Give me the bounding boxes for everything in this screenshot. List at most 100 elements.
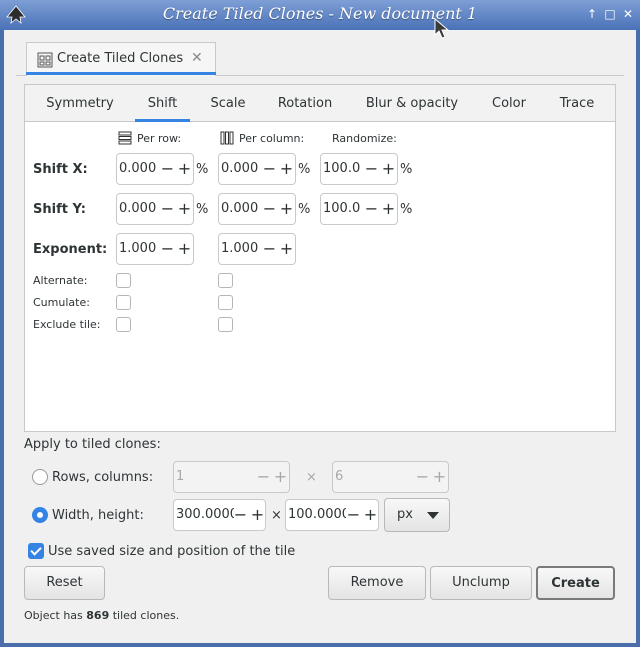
shift-y-per-column-unit: %	[298, 202, 311, 217]
spin-value: 1.000	[221, 241, 259, 256]
shift-y-randomize-unit: %	[400, 202, 413, 217]
increment-icon[interactable]: +	[278, 154, 295, 184]
rows-times-sign: ×	[306, 470, 317, 485]
decrement-icon[interactable]: −	[363, 194, 380, 224]
unit-combo[interactable]: px	[384, 498, 450, 532]
dock-tab-label: Create Tiled Clones	[57, 51, 184, 66]
spin-value: 100.0	[323, 201, 361, 216]
rows-columns-label: Rows, columns:	[52, 470, 154, 485]
spin-value: 6	[335, 469, 344, 484]
cumulate-label: Cumulate:	[33, 296, 90, 309]
maximize-button[interactable]: □	[602, 6, 618, 22]
exclude-tile-per-column-checkbox[interactable]	[218, 317, 233, 332]
tab-trace[interactable]: Trace	[547, 85, 607, 122]
spin-value: 1.000	[119, 241, 157, 256]
exponent-per-column-spin[interactable]: 1.000 − +	[218, 233, 296, 265]
create-button[interactable]: Create	[536, 566, 615, 600]
per-column-icon	[220, 131, 234, 145]
decrement-icon[interactable]: −	[232, 500, 249, 530]
spin-value: 0.000	[119, 201, 157, 216]
options-notebook: Symmetry Shift Scale Rotation Blur & opa…	[24, 84, 616, 432]
spin-value: 0.000	[119, 161, 157, 176]
use-saved-size-checkbox[interactable]	[28, 543, 44, 559]
decrement-icon[interactable]: −	[261, 154, 278, 184]
dock-tab-close-icon[interactable]: ✕	[191, 50, 203, 66]
shift-x-randomize-unit: %	[400, 162, 413, 177]
randomize-header: Randomize:	[332, 132, 397, 145]
exponent-per-row-spin[interactable]: 1.000 − +	[116, 233, 194, 265]
increment-icon[interactable]: +	[278, 194, 295, 224]
close-button[interactable]: ✕	[620, 6, 636, 22]
width-spin[interactable]: 300.0000 − +	[173, 499, 266, 531]
shift-y-per-row-spin[interactable]: 0.000 − +	[116, 193, 194, 225]
rows-columns-radio[interactable]	[32, 469, 48, 485]
decrement-icon[interactable]: −	[159, 154, 176, 184]
chevron-down-icon	[427, 512, 439, 519]
columns-spin[interactable]: 6 − +	[332, 461, 449, 493]
decrement-icon[interactable]: −	[345, 500, 362, 530]
increment-icon[interactable]: +	[380, 194, 397, 224]
alternate-per-row-checkbox[interactable]	[116, 273, 131, 288]
exclude-tile-label: Exclude tile:	[33, 318, 101, 331]
shift-x-per-row-unit: %	[196, 162, 209, 177]
decrement-icon[interactable]: −	[414, 462, 431, 492]
decrement-icon[interactable]: −	[159, 234, 176, 264]
increment-icon[interactable]: +	[249, 500, 266, 530]
unit-value: px	[397, 507, 413, 522]
shift-x-randomize-spin[interactable]: 100.0 − +	[320, 153, 398, 185]
tab-scale[interactable]: Scale	[199, 85, 257, 122]
title-bar[interactable]: Create Tiled Clones - New document 1 ↑ □…	[0, 0, 640, 30]
status-line: Object has 869 tiled clones.	[24, 609, 179, 622]
keep-above-button[interactable]: ↑	[584, 6, 600, 22]
spin-value: 0.000	[221, 201, 259, 216]
shift-y-randomize-spin[interactable]: 100.0 − +	[320, 193, 398, 225]
increment-icon[interactable]: +	[380, 154, 397, 184]
spin-value: 100.0000	[288, 507, 346, 522]
cumulate-per-column-checkbox[interactable]	[218, 295, 233, 310]
tab-shift[interactable]: Shift	[135, 85, 190, 122]
increment-icon[interactable]: +	[362, 500, 379, 530]
shift-x-per-column-unit: %	[298, 162, 311, 177]
notebook-tabs: Symmetry Shift Scale Rotation Blur & opa…	[25, 85, 615, 122]
width-height-radio[interactable]	[32, 507, 48, 523]
decrement-icon[interactable]: −	[261, 234, 278, 264]
height-spin[interactable]: 100.0000 − +	[285, 499, 379, 531]
increment-icon[interactable]: +	[272, 462, 289, 492]
tab-symmetry[interactable]: Symmetry	[33, 85, 127, 122]
alternate-per-column-checkbox[interactable]	[218, 273, 233, 288]
status-suffix: tiled clones.	[112, 609, 180, 622]
tab-rotation[interactable]: Rotation	[267, 85, 343, 122]
spin-value: 0.000	[221, 161, 259, 176]
shift-y-per-column-spin[interactable]: 0.000 − +	[218, 193, 296, 225]
apply-heading: Apply to tiled clones:	[24, 437, 161, 452]
increment-icon[interactable]: +	[176, 194, 193, 224]
cumulate-per-row-checkbox[interactable]	[116, 295, 131, 310]
dock-tab-indicator	[26, 72, 216, 75]
reset-button[interactable]: Reset	[24, 566, 105, 600]
decrement-icon[interactable]: −	[261, 194, 278, 224]
shift-x-per-row-spin[interactable]: 0.000 − +	[116, 153, 194, 185]
per-row-header: Per row:	[137, 132, 182, 145]
dock-tab-create-tiled-clones[interactable]: Create Tiled Clones ✕	[26, 42, 216, 76]
rows-spin[interactable]: 1 − +	[173, 461, 290, 493]
per-row-icon	[118, 131, 132, 145]
shift-x-per-column-spin[interactable]: 0.000 − +	[218, 153, 296, 185]
remove-button[interactable]: Remove	[328, 566, 426, 600]
tab-color[interactable]: Color	[481, 85, 537, 122]
shift-x-label: Shift X:	[33, 162, 88, 177]
decrement-icon[interactable]: −	[159, 194, 176, 224]
status-prefix: Object has	[24, 609, 83, 622]
increment-icon[interactable]: +	[176, 154, 193, 184]
increment-icon[interactable]: +	[431, 462, 448, 492]
exclude-tile-per-row-checkbox[interactable]	[116, 317, 131, 332]
decrement-icon[interactable]: −	[363, 154, 380, 184]
per-column-header: Per column:	[239, 132, 305, 145]
shift-y-per-row-unit: %	[196, 202, 209, 217]
use-saved-size-label: Use saved size and position of the tile	[48, 544, 296, 559]
increment-icon[interactable]: +	[278, 234, 295, 264]
tab-blur-opacity[interactable]: Blur & opacity	[353, 85, 471, 122]
decrement-icon[interactable]: −	[255, 462, 272, 492]
unclump-button[interactable]: Unclump	[430, 566, 532, 600]
increment-icon[interactable]: +	[176, 234, 193, 264]
exponent-label: Exponent:	[33, 242, 108, 257]
